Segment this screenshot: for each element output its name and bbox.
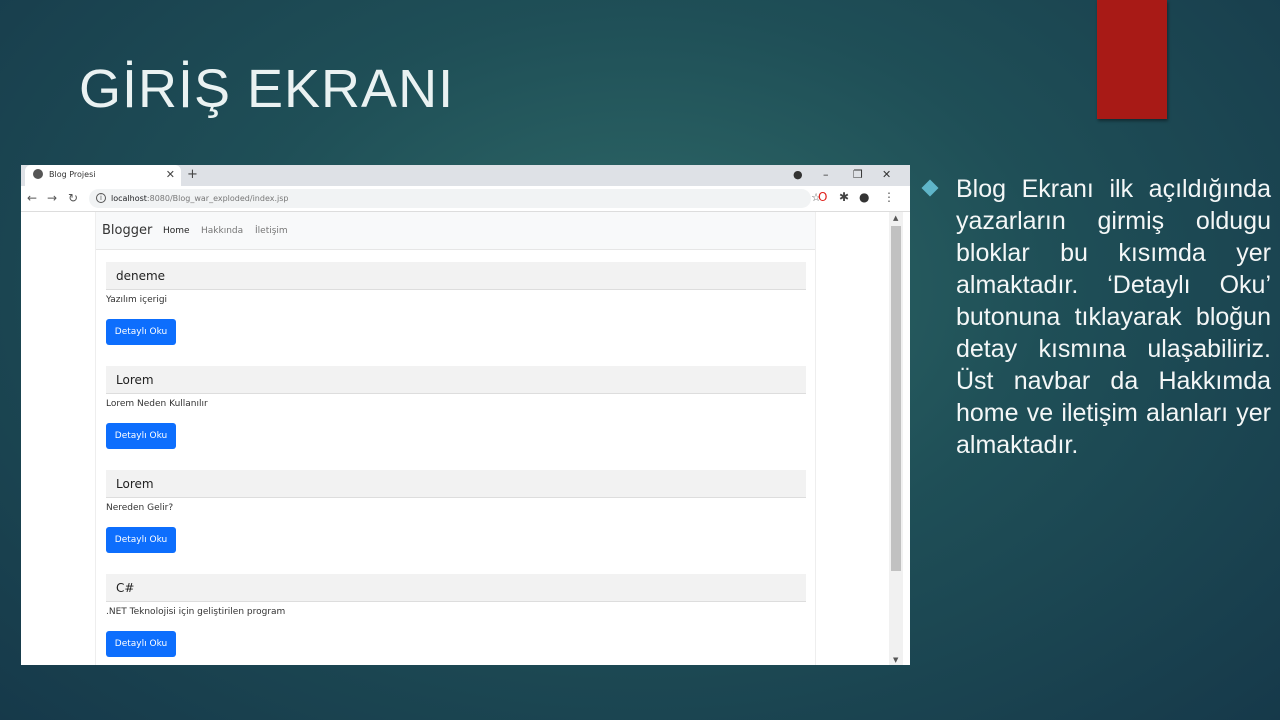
close-tab-icon[interactable]: ✕ [166,168,175,181]
scroll-down-icon[interactable]: ▼ [893,656,898,664]
nav-iletisim[interactable]: İletişim [255,226,288,236]
post-text: Yazılım içerigi [106,295,168,305]
post-card: deneme Yazılım içerigi Detaylı Oku [106,262,806,345]
nav-home[interactable]: Home [163,226,190,236]
read-more-button[interactable]: Detaylı Oku [106,527,176,553]
post-title: deneme [106,262,806,290]
scrollbar-thumb[interactable] [891,226,901,571]
post-text: Lorem Neden Kullanılır [106,399,208,409]
avatar-icon[interactable]: ● [859,190,869,204]
url-path: :8080/Blog_war_exploded/index.jsp [146,194,289,203]
post-text: .NET Teknolojisi için geliştirilen progr… [106,607,286,617]
diamond-bullet-icon [921,179,939,197]
read-more-button[interactable]: Detaylı Oku [106,631,176,657]
post-title: Lorem [106,366,806,394]
slide-title: GİRİŞ EKRANI [79,59,455,119]
site-navbar: Blogger Home Hakkında İletişim [96,212,815,250]
restore-icon[interactable]: ❐ [853,168,863,181]
address-bar: ← → ↻ i localhost:8080/Blog_war_exploded… [21,186,910,212]
bullet-text: Blog Ekranı ilk açıldığında yazarların g… [956,175,1271,459]
close-window-icon[interactable]: ✕ [882,168,891,181]
profile-circle-icon[interactable]: ● [793,168,803,181]
url-field[interactable]: i localhost:8080/Blog_war_exploded/index… [89,189,821,208]
browser-tab[interactable]: Blog Projesi ✕ [25,165,181,186]
post-text: Nereden Gelir? [106,503,174,513]
opera-icon[interactable]: O [818,190,827,204]
tab-title: Blog Projesi [49,170,96,179]
site-brand[interactable]: Blogger [102,223,152,238]
url-host: localhost [111,194,147,203]
scroll-up-icon[interactable]: ▲ [893,214,898,222]
globe-icon [33,169,43,179]
minimize-icon[interactable]: – [823,168,829,181]
browser-screenshot: Blog Projesi ✕ + ● – ❐ ✕ ← → ↻ i localho… [21,165,910,665]
read-more-button[interactable]: Detaylı Oku [106,423,176,449]
nav-hakkinda[interactable]: Hakkında [201,226,243,236]
extensions-icon[interactable]: ✱ [839,190,849,204]
read-more-button[interactable]: Detaylı Oku [106,319,176,345]
page-scrollbar[interactable]: ▲ ▼ [889,212,903,665]
post-title: Lorem [106,470,806,498]
post-title: C# [106,574,806,602]
post-card: C# .NET Teknolojisi için geliştirilen pr… [106,574,806,657]
menu-icon[interactable]: ⋮ [883,190,895,204]
new-tab-icon[interactable]: + [187,167,198,182]
post-card: Lorem Lorem Neden Kullanılır Detaylı Oku [106,366,806,449]
forward-icon[interactable]: → [47,191,57,205]
accent-bar [1097,0,1167,119]
blog-container: Blogger Home Hakkında İletişim deneme Ya… [95,212,816,665]
reload-icon[interactable]: ↻ [68,191,78,205]
back-icon[interactable]: ← [27,191,37,205]
web-page: Blogger Home Hakkında İletişim deneme Ya… [21,212,889,665]
tab-strip: Blog Projesi ✕ + ● – ❐ ✕ [21,165,910,186]
info-icon[interactable]: i [96,193,106,203]
post-card: Lorem Nereden Gelir? Detaylı Oku [106,470,806,553]
